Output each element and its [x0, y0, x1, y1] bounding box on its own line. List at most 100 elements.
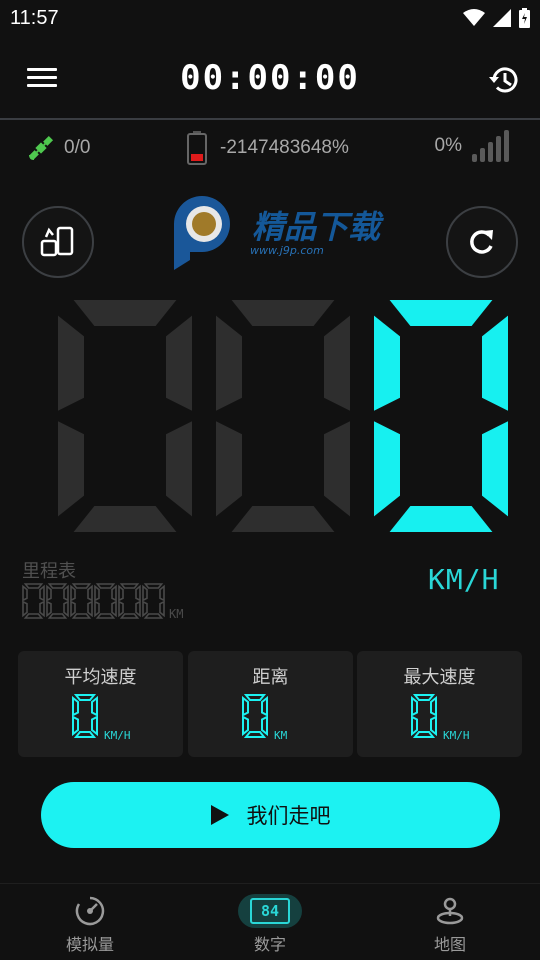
- odometer-digit-0-segment-f: [22, 584, 28, 602]
- nav-tab-map[interactable]: 地图: [360, 884, 540, 960]
- watermark-title: 精品下载: [252, 208, 381, 246]
- odometer-unit: KM: [169, 607, 183, 621]
- odometer-digit-3-segment-d: [95, 613, 116, 619]
- history-icon: [489, 67, 518, 93]
- odometer-digit-1-segment-c: [63, 600, 69, 618]
- map-pin-icon: [436, 897, 464, 925]
- speedometer-icon: [75, 896, 105, 926]
- odometer-digit-1-segment-e: [46, 600, 52, 618]
- stat-digit-segment-a: [412, 694, 436, 701]
- status-icons: [463, 8, 530, 28]
- stat-digit-segment-a: [243, 694, 267, 701]
- signal-status: 0%: [435, 130, 510, 162]
- info-row: 0/0 -2147483648% 0%: [0, 128, 540, 170]
- refresh-icon: [470, 230, 493, 254]
- distance-unit: KM: [274, 729, 288, 742]
- trip-timer: 00:00:00: [180, 58, 360, 98]
- stat-digit-segment-b: [261, 695, 268, 717]
- top-bar: 00:00:00: [0, 40, 540, 118]
- odometer-digit-2-segment-b: [87, 584, 93, 602]
- odometer-label: 里程表: [22, 561, 76, 582]
- stat-digit-segment-e: [72, 715, 79, 737]
- odometer-digit-5-segment-a: [143, 583, 164, 589]
- odometer-digit-4-segment-e: [118, 600, 124, 618]
- average-speed-card: 平均速度 0 KM/H: [18, 651, 183, 757]
- odometer-digit-4-segment-d: [119, 613, 140, 619]
- speed-digit-2-segment-b: [482, 315, 508, 411]
- odometer-digit-1-segment-b: [63, 584, 69, 602]
- speed-digit-0-segment-f: [58, 315, 84, 411]
- stat-digit-segment-d: [243, 731, 267, 738]
- speed-digit-2-segment-c: [482, 421, 508, 517]
- stat-digit-segment-f: [242, 695, 249, 717]
- odometer-digits: KM: [22, 583, 183, 621]
- odometer-digit-0-segment-b: [39, 584, 45, 602]
- digital-84-icon: 84: [250, 898, 290, 924]
- speed-unit: KM/H: [428, 563, 500, 596]
- odometer-digit-5-segment-f: [142, 584, 148, 602]
- watermark-url: www.j9p.com: [250, 244, 324, 257]
- odometer-digit-2-segment-a: [71, 583, 92, 589]
- start-button[interactable]: 我们走吧: [41, 782, 500, 848]
- odometer-digit-2-segment-c: [87, 600, 93, 618]
- speed-digit-1-segment-e: [216, 421, 242, 517]
- odometer-digit-1-segment-f: [46, 584, 52, 602]
- max-speed-digit: [411, 694, 437, 738]
- distance-digit: [242, 694, 268, 738]
- stat-digit-segment-b: [91, 695, 98, 717]
- j9p-logo-icon: [174, 196, 230, 270]
- speed-digit-1-segment-d: [231, 506, 335, 532]
- odometer-digit-4-segment-b: [135, 584, 141, 602]
- stat-digit-segment-e: [411, 715, 418, 737]
- max-speed-unit: KM/H: [443, 729, 470, 742]
- reset-button[interactable]: [446, 206, 518, 278]
- speed-digit-0-segment-a: [73, 300, 177, 326]
- speed-digit-1-segment-a: [231, 300, 335, 326]
- status-time: 11:57: [10, 7, 59, 29]
- odometer-digit-1-segment-a: [47, 583, 68, 589]
- battery-status: -2147483648%: [186, 130, 349, 166]
- stat-digit-segment-b: [430, 695, 437, 717]
- stat-digit-segment-d: [73, 731, 97, 738]
- odometer-digit-5-segment-e: [142, 600, 148, 618]
- odometer-digit-5-segment-b: [159, 584, 165, 602]
- wifi-icon: [463, 9, 485, 26]
- status-bar: 11:57: [0, 0, 540, 36]
- start-button-label: 我们走吧: [246, 804, 331, 828]
- stat-digit-segment-e: [242, 715, 249, 737]
- rotate-screen-button[interactable]: [22, 206, 94, 278]
- menu-button[interactable]: [22, 64, 62, 94]
- odometer-digit-5-segment-c: [159, 600, 165, 618]
- stat-digit-segment-f: [411, 695, 418, 717]
- odometer-digit-3-segment-f: [94, 584, 100, 602]
- odometer-digit-5-segment-d: [143, 613, 164, 619]
- signal-percent: 0%: [434, 135, 462, 156]
- speed-digits: [58, 300, 508, 532]
- odometer-digit-3-segment-a: [95, 583, 116, 589]
- speed-digit-2-segment-d: [389, 506, 493, 532]
- nav-tab-analog[interactable]: 模拟量: [0, 884, 180, 960]
- speed-digit-1-segment-c: [324, 421, 350, 517]
- max-speed-label: 最大速度: [403, 667, 476, 688]
- stat-digit-segment-c: [91, 715, 98, 737]
- odometer-digit-0-segment-c: [39, 600, 45, 618]
- average-speed-unit: KM/H: [104, 729, 131, 742]
- nav-tab-digital[interactable]: 84 数字: [180, 884, 360, 960]
- hamburger-line: [27, 84, 57, 87]
- stat-digit-segment-f: [72, 695, 79, 717]
- odometer-digit-2-segment-f: [70, 584, 76, 602]
- stat-digit-segment-d: [412, 731, 436, 738]
- odometer-digit-2-segment-e: [70, 600, 76, 618]
- odometer-digit-4-segment-a: [119, 583, 140, 589]
- satellite-icon: [28, 135, 54, 161]
- stat-digit-segment-c: [430, 715, 437, 737]
- average-speed-digit: [72, 694, 98, 738]
- history-button[interactable]: [486, 62, 522, 98]
- speed-digit-0-segment-c: [166, 421, 192, 517]
- odometer-digit-3-segment-b: [111, 584, 117, 602]
- distance-card: 距离 0 KM: [188, 651, 353, 757]
- stat-digit-segment-c: [261, 715, 268, 737]
- gps-status: 0/0: [26, 133, 90, 163]
- max-speed-card: 最大速度 0 KM/H: [357, 651, 522, 757]
- speed-digit-2-segment-e: [374, 421, 400, 517]
